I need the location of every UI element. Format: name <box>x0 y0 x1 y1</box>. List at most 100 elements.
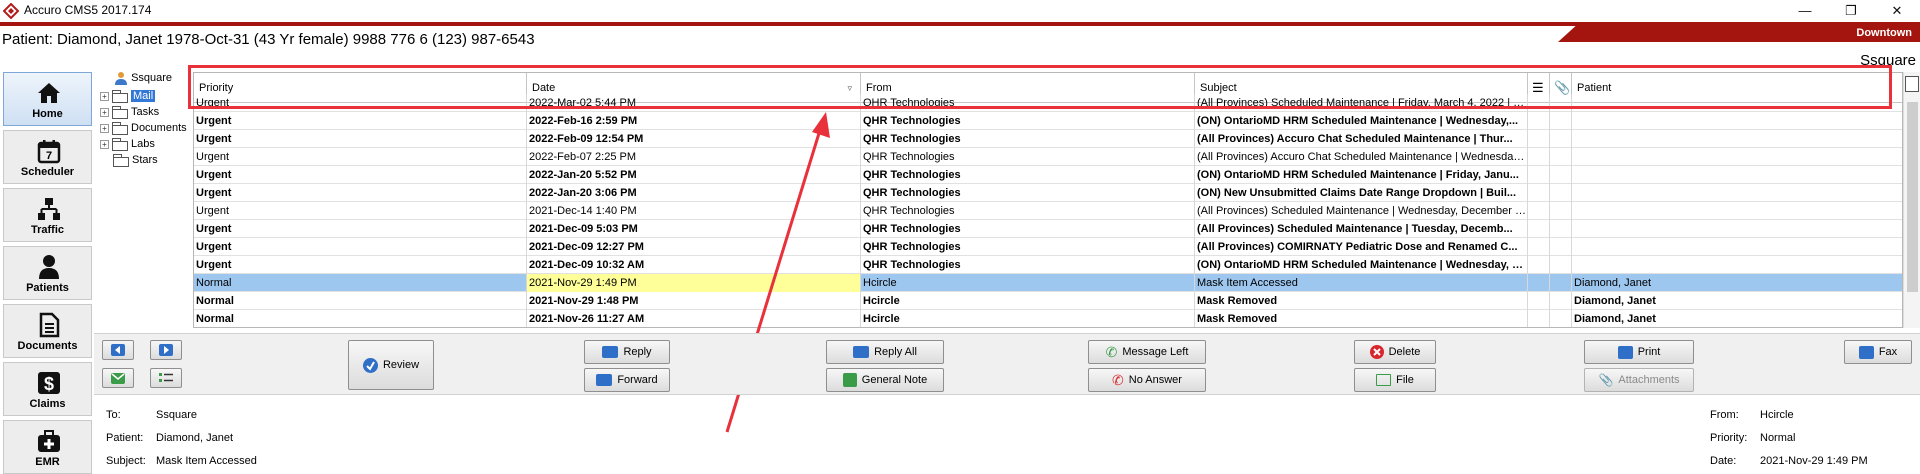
cell-patient <box>1572 166 1902 184</box>
message-grid: Priority Date ▿ From Subject ☰ 📎 Patient … <box>193 72 1903 328</box>
folder-open-icon <box>1376 374 1392 386</box>
next-button[interactable] <box>150 340 182 360</box>
file-button[interactable]: File <box>1354 368 1436 392</box>
restore-icon[interactable]: ❐ <box>1828 0 1874 22</box>
tree-user-label: Ssquare <box>131 72 173 84</box>
calendar-icon: 7 <box>37 140 61 164</box>
delete-label: Delete <box>1388 346 1421 358</box>
subject-label: Subject: <box>106 455 146 467</box>
expand-icon[interactable]: + <box>100 123 109 133</box>
cell-empty <box>1550 292 1572 310</box>
reply-all-button[interactable]: Reply All <box>826 340 944 364</box>
table-row[interactable]: Urgent 2022-Feb-07 2:25 PM QHR Technologie… <box>194 148 1902 166</box>
cell-date: 2022-Feb-09 12:54 PM <box>527 130 861 148</box>
attachments-button[interactable]: 📎 Attachments <box>1584 368 1694 392</box>
date-label: Date: <box>1710 455 1737 467</box>
nav-scheduler-label: Scheduler <box>20 166 75 178</box>
column-chooser-icon[interactable] <box>1905 76 1919 92</box>
message-detail-pane: To: Ssquare Patient: Diamond, Janet Subj… <box>94 396 1920 474</box>
minimize-icon[interactable]: — <box>1782 0 1828 22</box>
tree-item-documents[interactable]: + Documents <box>100 121 187 136</box>
message-left-label: Message Left <box>1122 346 1189 358</box>
table-row[interactable]: Normal 2021-Nov-26 11:27 AM Hcircle Mask Re… <box>194 310 1902 327</box>
close-icon[interactable]: ✕ <box>1874 0 1920 22</box>
nav-documents-button[interactable]: Documents <box>3 304 92 358</box>
table-row[interactable]: Urgent 2021-Dec-14 1:40 PM QHR Technologie… <box>194 202 1902 220</box>
cell-priority: Normal <box>194 274 527 292</box>
cell-date: 2021-Dec-09 12:27 PM <box>527 238 861 256</box>
printer-icon <box>1617 345 1633 359</box>
table-row[interactable]: Urgent 2022-Jan-20 5:52 PM QHR Technologie… <box>194 166 1902 184</box>
table-row[interactable]: Urgent 2022-Feb-16 2:59 PM QHR Technologie… <box>194 112 1902 130</box>
nav-emr-label: EMR <box>35 456 60 468</box>
no-answer-button[interactable]: ✆ No Answer <box>1088 368 1206 392</box>
cell-patient <box>1572 184 1902 202</box>
table-row[interactable]: Urgent 2021-Dec-09 12:27 PM QHR Technologi… <box>194 238 1902 256</box>
print-button[interactable]: Print <box>1584 340 1694 364</box>
cell-empty <box>1550 274 1572 292</box>
table-row[interactable]: Normal 2021-Nov-29 1:48 PM Hcircle Mask Rem… <box>194 292 1902 310</box>
message-left-button[interactable]: ✆ Message Left <box>1088 340 1206 364</box>
cell-patient <box>1572 148 1902 166</box>
cell-from: QHR Technologies <box>861 202 1195 220</box>
review-button[interactable]: Review <box>348 340 434 390</box>
table-row[interactable]: Urgent 2021-Dec-09 10:32 AM QHR Technologi… <box>194 256 1902 274</box>
note-icon <box>842 373 857 387</box>
grid-scrollbar[interactable] <box>1903 72 1920 328</box>
table-row[interactable]: Urgent 2021-Dec-09 5:03 PM QHR Technologie… <box>194 220 1902 238</box>
nav-patients-label: Patients <box>26 282 69 294</box>
nav-home-button[interactable]: Home <box>3 72 92 126</box>
task-list-button[interactable] <box>150 368 182 388</box>
cell-empty <box>1528 256 1550 274</box>
nav-traffic-button[interactable]: Traffic <box>3 188 92 242</box>
scrollbar-thumb[interactable] <box>1907 102 1918 292</box>
tree-item-tasks[interactable]: + Tasks <box>100 105 159 120</box>
table-row[interactable]: Normal 2021-Nov-29 1:49 PM Hcircle Mask Ite… <box>194 274 1902 292</box>
checklist-icon <box>159 372 173 384</box>
table-row[interactable]: Urgent 2022-Jan-20 3:06 PM QHR Technologie… <box>194 184 1902 202</box>
general-note-button[interactable]: General Note <box>826 368 944 392</box>
phone-red-icon: ✆ <box>1112 371 1124 388</box>
tree-item-labs[interactable]: + Labs <box>100 137 155 152</box>
table-row[interactable]: Urgent 2022-Mar-02 5:44 PM QHR Technologie… <box>194 94 1902 112</box>
fax-icon <box>1858 345 1874 359</box>
expand-icon[interactable]: + <box>100 139 109 149</box>
nav-scheduler-button[interactable]: 7 Scheduler <box>3 130 92 184</box>
new-message-button[interactable] <box>102 368 134 388</box>
reply-button[interactable]: Reply <box>584 340 670 364</box>
expand-icon[interactable]: + <box>100 107 109 117</box>
cell-patient <box>1572 220 1902 238</box>
nav-traffic-label: Traffic <box>30 224 64 236</box>
cell-empty <box>1528 220 1550 238</box>
cell-empty <box>1528 274 1550 292</box>
action-bar: Review Reply Forward Reply All General N… <box>94 333 1920 395</box>
paperclip-icon: 📎 <box>1598 373 1614 387</box>
delete-button[interactable]: Delete <box>1354 340 1436 364</box>
nav-emr-button[interactable]: EMR <box>3 420 92 474</box>
nav-claims-button[interactable]: $ Claims <box>3 362 92 416</box>
column-header-date-label: Date <box>532 82 556 94</box>
patient-value[interactable]: Diamond, Janet <box>156 432 233 444</box>
location-label[interactable]: Downtown <box>1856 27 1912 39</box>
cell-from: Hcircle <box>861 292 1195 310</box>
tree-item-stars[interactable]: Stars <box>113 153 158 168</box>
tree-item-mail[interactable]: + Mail <box>100 89 156 104</box>
table-row[interactable]: Urgent 2022-Feb-09 12:54 PM QHR Technologi… <box>194 130 1902 148</box>
tree-user-node[interactable]: Ssquare <box>114 71 172 86</box>
nav-patients-button[interactable]: Patients <box>3 246 92 300</box>
fax-button[interactable]: Fax <box>1844 340 1912 364</box>
forward-button[interactable]: Forward <box>584 368 670 392</box>
previous-button[interactable] <box>102 340 134 360</box>
cell-empty <box>1550 184 1572 202</box>
from-value: Hcircle <box>1760 409 1794 421</box>
network-icon <box>38 198 60 220</box>
document-icon <box>39 312 60 338</box>
cell-from: QHR Technologies <box>861 220 1195 238</box>
cell-date: 2021-Nov-29 1:49 PM <box>527 274 861 292</box>
svg-text:7: 7 <box>46 150 52 162</box>
cell-date: 2022-Mar-02 5:44 PM <box>527 94 861 112</box>
cell-subject: Mask Removed <box>1195 310 1528 327</box>
cell-empty <box>1550 202 1572 220</box>
cell-priority: Urgent <box>194 220 527 238</box>
expand-icon[interactable]: + <box>100 91 109 101</box>
